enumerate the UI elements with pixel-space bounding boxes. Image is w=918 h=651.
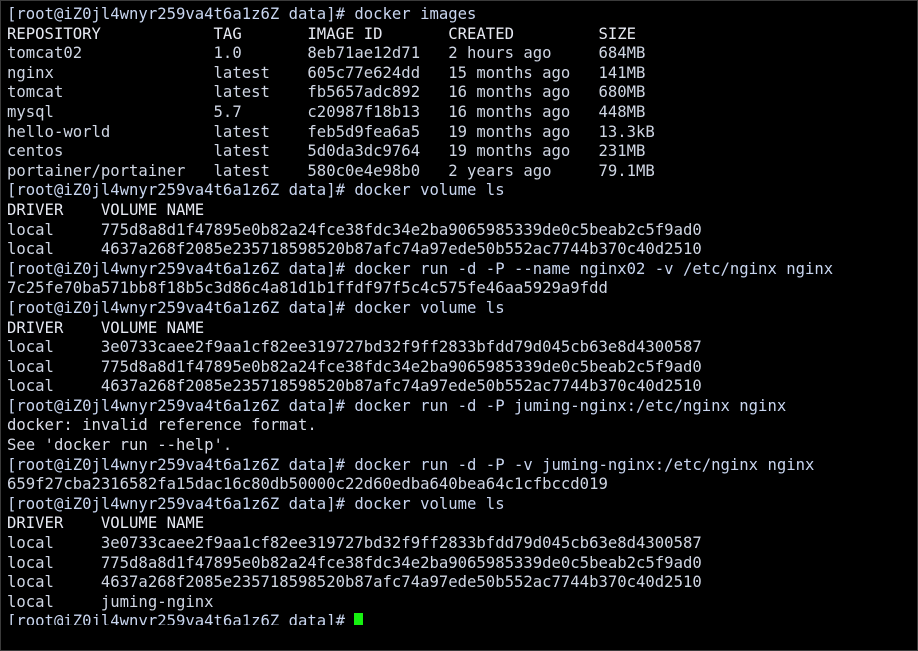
terminal-output-line: tomcat02 1.0 8eb71ae12d71 2 hours ago 68… — [7, 44, 646, 63]
terminal-output-line: portainer/portainer latest 580c0e4e98b0 … — [7, 161, 655, 180]
terminal-command-line[interactable]: [root@iZ0jl4wnyr259va4t6a1z6Z data]# doc… — [7, 299, 917, 319]
terminal-output-line: mysql 5.7 c20987f18b13 16 months ago 448… — [7, 102, 646, 121]
terminal-output-line: hello-world latest feb5d9fea6a5 19 month… — [7, 122, 655, 141]
terminal-output-line: DRIVER VOLUME NAME — [7, 318, 205, 337]
terminal-output-line: local 4637a268f2085e235718598520b87afc74… — [7, 240, 702, 259]
terminal-output-line: tomcat latest fb5657adc892 16 months ago… — [7, 83, 646, 102]
terminal-output-line: nginx latest 605c77e624dd 15 months ago … — [7, 63, 646, 82]
terminal-output-line: local 775d8a8d1f47895e0b82a24fce38fdc34e… — [7, 553, 702, 572]
terminal-output-line: local 775d8a8d1f47895e0b82a24fce38fdc34e… — [7, 220, 702, 239]
terminal-output-line: local 775d8a8d1f47895e0b82a24fce38fdc34e… — [7, 357, 702, 376]
terminal-output-line: local juming-nginx — [7, 592, 214, 611]
text-cursor — [354, 613, 364, 625]
terminal-output-line: 7c25fe70ba571bb8f18b5c3d86c4a81d1b1ffdf9… — [7, 279, 608, 298]
terminal-command-line[interactable]: [root@iZ0jl4wnyr259va4t6a1z6Z data]# doc… — [7, 456, 917, 476]
terminal-output-line: REPOSITORY TAG IMAGE ID CREATED SIZE — [7, 24, 637, 43]
terminal-output-line: local 3e0733caee2f9aa1cf82ee319727bd32f9… — [7, 534, 702, 553]
terminal-command-line[interactable]: [root@iZ0jl4wnyr259va4t6a1z6Z data]# doc… — [7, 397, 917, 417]
terminal-output-lines: [root@iZ0jl4wnyr259va4t6a1z6Z data]# doc… — [7, 5, 917, 612]
terminal-output-line: docker: invalid reference format. — [7, 416, 317, 435]
active-prompt-text: [root@iZ0jl4wnyr259va4t6a1z6Z data]# — [7, 612, 355, 625]
terminal-command-line[interactable]: [root@iZ0jl4wnyr259va4t6a1z6Z data]# doc… — [7, 181, 917, 201]
terminal-bottom-padding — [1, 626, 917, 650]
terminal-output-line: DRIVER VOLUME NAME — [7, 200, 205, 219]
terminal-output-line: DRIVER VOLUME NAME — [7, 514, 205, 533]
terminal-command-line[interactable]: [root@iZ0jl4wnyr259va4t6a1z6Z data]# doc… — [7, 5, 917, 25]
terminal-output-line: local 3e0733caee2f9aa1cf82ee319727bd32f9… — [7, 338, 702, 357]
terminal-output-line: 659f27cba2316582fa15dac16c80db50000c22d6… — [7, 475, 608, 494]
terminal-command-line[interactable]: [root@iZ0jl4wnyr259va4t6a1z6Z data]# doc… — [7, 495, 917, 515]
terminal-command-line[interactable]: [root@iZ0jl4wnyr259va4t6a1z6Z data]# doc… — [7, 260, 917, 280]
terminal-output-line: See 'docker run --help'. — [7, 436, 233, 455]
terminal-output-line: centos latest 5d0da3dc9764 19 months ago… — [7, 142, 646, 161]
terminal-window[interactable]: [root@iZ0jl4wnyr259va4t6a1z6Z data]# doc… — [0, 0, 918, 651]
terminal-output-line: local 4637a268f2085e235718598520b87afc74… — [7, 573, 702, 592]
terminal-active-prompt-line[interactable]: [root@iZ0jl4wnyr259va4t6a1z6Z data]# — [7, 612, 917, 625]
terminal-output-line: local 4637a268f2085e235718598520b87afc74… — [7, 377, 702, 396]
terminal-screen[interactable]: [root@iZ0jl4wnyr259va4t6a1z6Z data]# doc… — [7, 5, 917, 625]
